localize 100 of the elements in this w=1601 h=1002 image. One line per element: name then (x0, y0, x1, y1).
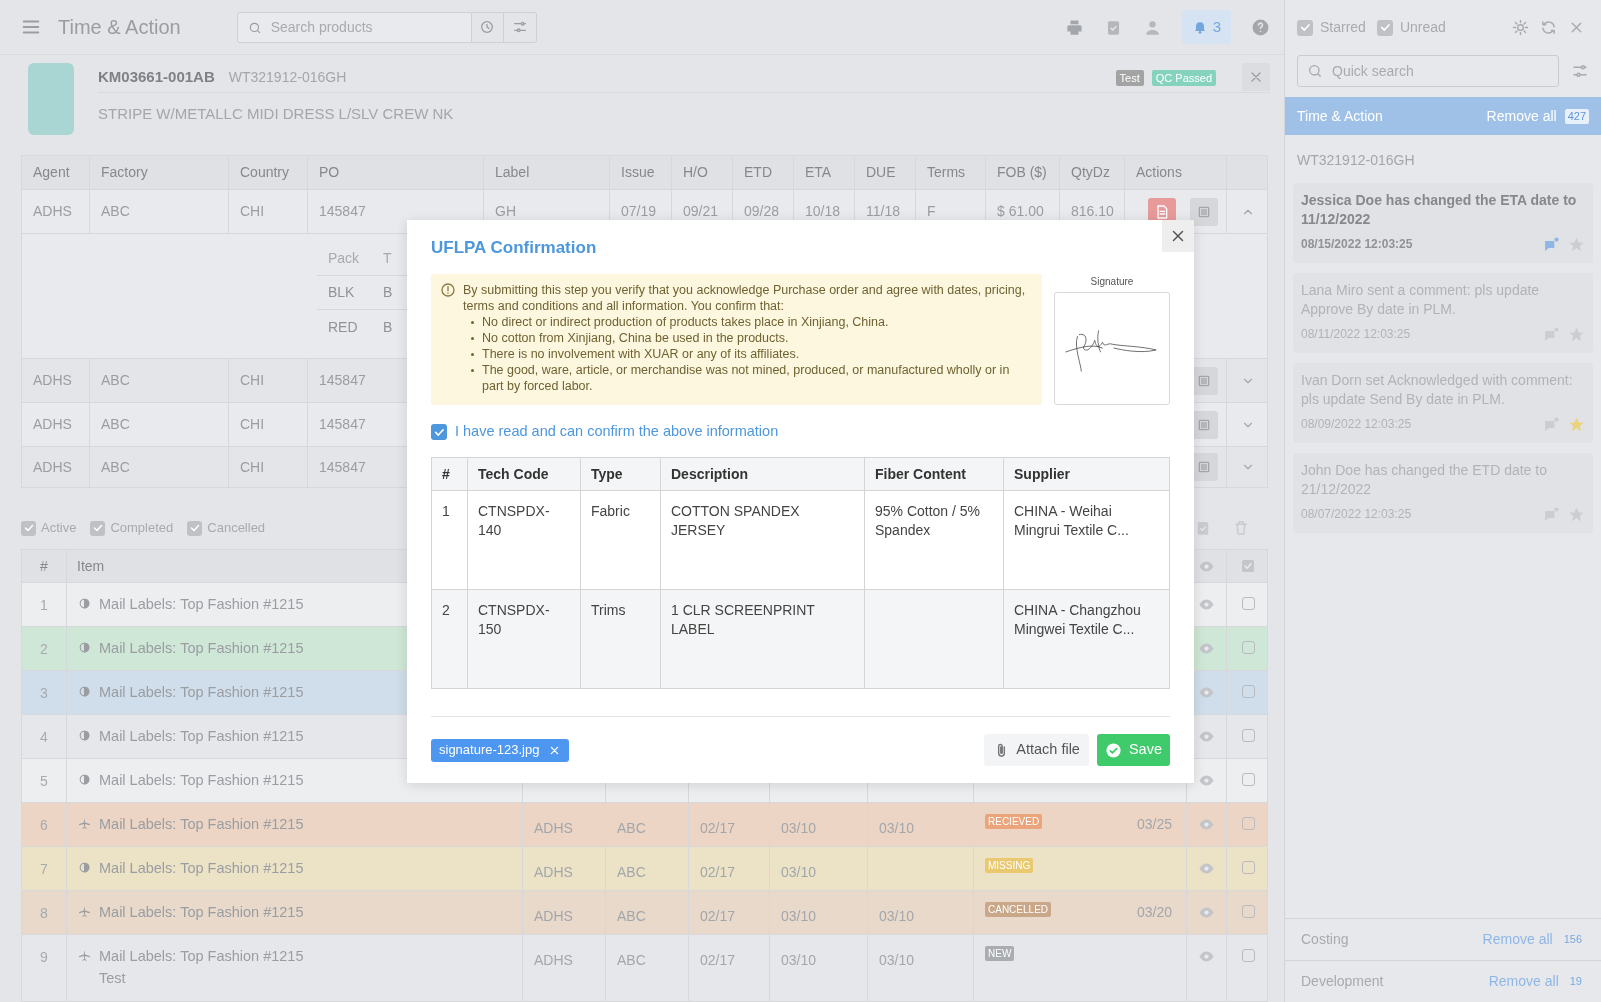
plane-icon (78, 905, 91, 918)
close-button[interactable] (1242, 62, 1270, 91)
notifications-button[interactable]: 3 (1181, 10, 1231, 44)
checkbox[interactable] (90, 520, 106, 536)
remove-all-link[interactable]: Remove all (1488, 971, 1559, 992)
checkbox[interactable] (1241, 817, 1255, 830)
group-header[interactable]: Costing Remove all 156 (1285, 918, 1601, 960)
close-button[interactable] (1162, 220, 1194, 252)
table-cell: Fabric (591, 503, 630, 519)
column-header: # (39, 556, 49, 576)
checkbox[interactable] (431, 424, 447, 440)
table-cell: 03/10 (781, 820, 817, 836)
checkbox[interactable] (1241, 861, 1255, 874)
filter-icon (511, 19, 528, 35)
check-icon (91, 522, 104, 534)
history-button[interactable] (471, 11, 504, 43)
check-icon (1378, 21, 1392, 34)
remove-all-link[interactable]: Remove all (1482, 929, 1553, 950)
group-header[interactable]: Development Remove all 19 (1285, 960, 1601, 1002)
table-cell: 2 (442, 602, 450, 618)
table-cell: CHINA - Weihai Mingrui Textile C... (1014, 503, 1129, 538)
column-header: Issue (609, 156, 671, 189)
table-cell-text: ADHS (32, 415, 73, 434)
checkbox[interactable] (1241, 905, 1255, 918)
file-chip[interactable]: signature-123.jpg (431, 738, 570, 762)
group-subtitle: WT321912-016GH (1296, 151, 1416, 170)
product-description: STRIPE W/METALLC MIDI DRESS L/SLV CREW NK (98, 104, 455, 124)
table-cell: CTNSPDX-150 (478, 602, 550, 637)
select-all-icon[interactable] (1239, 557, 1257, 575)
filter-icon[interactable] (1571, 62, 1589, 80)
table-cell: 03/10 (781, 908, 817, 924)
item-note: Test (99, 970, 127, 987)
tag: Test (1115, 69, 1144, 86)
search-field[interactable]: Quick search (1297, 55, 1559, 87)
group-title: Development (1301, 972, 1384, 991)
row-number: 2 (40, 640, 48, 657)
filter-button[interactable] (503, 11, 537, 43)
table-cell: 03/10 (879, 820, 915, 836)
attach-button[interactable]: Attach file (984, 734, 1089, 766)
bullet-icon (471, 337, 474, 340)
table-cell: ADHS (534, 864, 573, 880)
table-cell-text: RED (327, 317, 359, 337)
star-icon[interactable] (1568, 415, 1585, 433)
checkbox[interactable] (1297, 19, 1313, 36)
row-number: 3 (40, 684, 48, 701)
table-row[interactable]: 8 Mail Labels: Top Fashion #1215 ADHS ABC 02/17 03/10 03/10 CANCELLED 03/20 (22, 890, 1267, 934)
table-cell: ABC (617, 952, 646, 968)
settings-icon[interactable] (1512, 19, 1529, 36)
item-title: Mail Labels: Top Fashion #1215 (99, 596, 304, 613)
list-button[interactable] (1190, 197, 1218, 226)
table-cell: ADHS (534, 820, 573, 836)
table-cell: 1 (442, 503, 450, 519)
column-header: Terms (915, 156, 985, 189)
checkbox[interactable] (1241, 729, 1255, 742)
product-reference: WT321912-016GH (228, 68, 347, 87)
row-number: 4 (40, 728, 48, 745)
column-header: Actions (1124, 156, 1226, 189)
group-header[interactable]: Time & Action Remove all 427 (1285, 97, 1601, 135)
notice-point: No cotton from Xinjiang, China be used in the products. (482, 330, 789, 346)
table-cell: ABC (89, 447, 228, 487)
table-cell: COTTON SPANDEX JERSEY (671, 503, 800, 538)
checkbox[interactable] (21, 520, 36, 536)
table-cell: ADHS (534, 952, 573, 968)
table-row[interactable]: 7 Mail Labels: Top Fashion #1215 ADHS ABC 02/17 03/10 MISSING (22, 846, 1267, 890)
status-badge: MISSING (985, 858, 1034, 873)
photo-placeholder (28, 63, 74, 135)
checkbox[interactable] (187, 520, 203, 536)
table-cell-text: 03/20 (1136, 903, 1172, 922)
table-cell: 95% Cotton / 5% Spandex (875, 503, 981, 538)
checkbox[interactable] (1241, 685, 1255, 698)
trash-icon[interactable] (1232, 519, 1250, 537)
search-field[interactable]: Search products (236, 11, 472, 43)
checkbox[interactable] (1376, 19, 1393, 36)
checkbox[interactable] (1241, 949, 1255, 962)
notification-card[interactable]: Jessica Doe has changed the ETA date to 11/12/2022 08/15/2022 12:03:25 (1293, 183, 1593, 263)
table-cell-text: B (383, 283, 394, 302)
filter-label: Active (41, 519, 77, 538)
checkbox[interactable] (1241, 641, 1255, 654)
table-cell-text: 03/25 (1136, 815, 1172, 834)
item-title: Mail Labels: Top Fashion #1215 (99, 904, 304, 921)
history-icon (479, 19, 496, 35)
printer-icon[interactable] (1064, 17, 1084, 37)
table-cell: 03/10 (879, 952, 915, 968)
column-header: ETD (732, 156, 793, 189)
group-count: 19 (1568, 974, 1583, 989)
half-circle-icon (78, 685, 91, 698)
refresh-icon[interactable] (1540, 19, 1557, 36)
remove-all-link[interactable]: Remove all (1486, 105, 1557, 127)
table-cell: ABC (617, 864, 646, 880)
save-button[interactable]: Save (1096, 734, 1170, 766)
chat-icon[interactable] (1543, 235, 1560, 253)
plane-icon (78, 817, 91, 830)
help-icon[interactable] (1251, 17, 1270, 37)
table-row[interactable]: 6 Mail Labels: Top Fashion #1215 ADHS ABC 02/17 03/10 03/10 RECIEVED 03/25 (22, 802, 1267, 846)
checkbox[interactable] (1241, 597, 1255, 610)
table-row[interactable]: 9 Mail Labels: Top Fashion #1215 Test ADHS ABC 02/17 03/10 03/10 NEW (22, 934, 1267, 1001)
checkbox[interactable] (1241, 773, 1255, 786)
half-circle-icon (78, 641, 91, 654)
group-count: 156 (1562, 932, 1583, 947)
table-cell: ADHS (534, 908, 573, 924)
